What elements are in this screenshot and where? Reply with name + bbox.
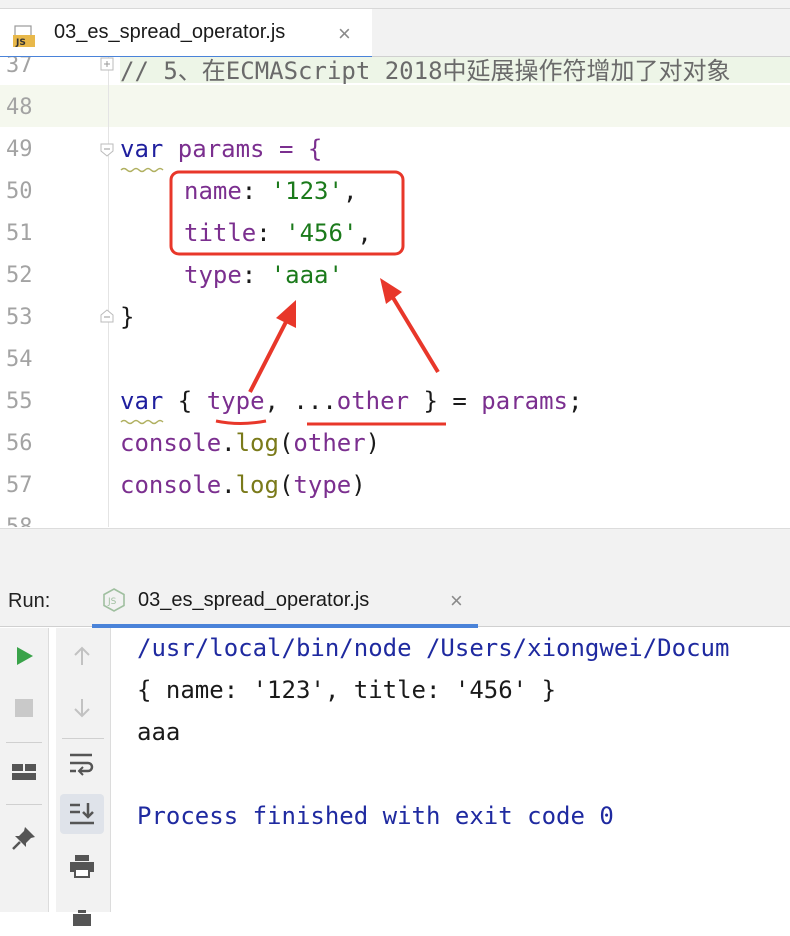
line-number: 51 xyxy=(6,221,33,246)
code-text: ; xyxy=(567,387,583,415)
console-exit-message: Process finished with exit code 0 xyxy=(137,802,614,830)
code-text: ( xyxy=(278,471,294,499)
console-command-line: /usr/local/bin/node /Users/xiongwei/Docu… xyxy=(137,634,730,662)
identifier: other xyxy=(293,429,366,457)
pin-icon[interactable] xyxy=(4,818,44,858)
code-text: ( xyxy=(278,429,294,457)
code-line-57: console.log(type) xyxy=(120,471,366,499)
code-text: . xyxy=(221,429,236,457)
identifier: type xyxy=(206,387,265,415)
code-line-comment: // 5、在ECMAScript 2018中延展操作符增加了对对象 xyxy=(120,57,731,85)
nodejs-icon: JS xyxy=(103,588,125,612)
string-literal: '123' xyxy=(270,177,343,205)
run-tab[interactable]: JS 03_es_spread_operator.js × xyxy=(92,574,478,628)
keyword: var xyxy=(120,387,164,415)
code-line-49: var params = { xyxy=(120,135,322,163)
code-line-55: var { type, ...other } = params; xyxy=(120,387,582,415)
identifier: console xyxy=(120,471,222,499)
fold-marker-icon[interactable] xyxy=(100,57,114,71)
keyword: var xyxy=(120,135,164,163)
line-number: 49 xyxy=(6,137,33,162)
toolbar-separator xyxy=(6,742,42,743)
run-tool-window-header: Run: JS 03_es_spread_operator.js × xyxy=(0,574,790,628)
code-text: } = xyxy=(409,387,482,415)
editor-tab-title: 03_es_spread_operator.js xyxy=(54,21,286,43)
line-number: 48 xyxy=(6,95,33,120)
identifier: console xyxy=(120,429,222,457)
code-text: , ... xyxy=(264,387,337,415)
code-line-56: console.log(other) xyxy=(120,429,380,457)
comma: , xyxy=(357,219,372,247)
line-number: 56 xyxy=(6,431,33,456)
svg-text:JS: JS xyxy=(15,38,26,48)
code-line-52: type: 'aaa' xyxy=(184,261,343,289)
identifier: other xyxy=(336,387,410,415)
editor-tab-bar: JS 03_es_spread_operator.js × xyxy=(0,0,790,60)
soft-wrap-icon[interactable] xyxy=(62,744,102,784)
code-line-50: name: '123', xyxy=(184,177,357,205)
string-literal: 'aaa' xyxy=(270,261,343,289)
identifier: type xyxy=(293,471,352,499)
line-number: 54 xyxy=(6,347,33,372)
function-name: log xyxy=(235,429,279,457)
code-line-51: title: '456', xyxy=(184,219,372,247)
gutter-divider xyxy=(108,57,109,527)
svg-text:JS: JS xyxy=(107,597,117,607)
run-tab-close-icon[interactable]: × xyxy=(450,588,463,614)
console-output-line: { name: '123', title: '456' } xyxy=(137,676,557,704)
line-number: 52 xyxy=(6,263,33,288)
code-text: { xyxy=(163,387,207,415)
string-literal: '456' xyxy=(285,219,358,247)
comma: , xyxy=(342,177,358,205)
line-number: 57 xyxy=(6,473,33,498)
colon: : xyxy=(256,219,286,247)
fold-marker-icon[interactable] xyxy=(100,309,114,323)
print-icon[interactable] xyxy=(62,846,102,886)
code-text: . xyxy=(221,471,236,499)
panel-splitter[interactable] xyxy=(0,528,790,575)
colon: : xyxy=(241,177,271,205)
line-number: 55 xyxy=(6,389,33,414)
editor-tab[interactable]: JS 03_es_spread_operator.js × xyxy=(0,9,372,60)
property-name: type xyxy=(184,261,242,289)
down-arrow-icon[interactable] xyxy=(62,688,102,728)
code-text: ) xyxy=(351,471,366,499)
current-line-highlight xyxy=(0,85,790,127)
stop-icon[interactable] xyxy=(4,688,44,728)
layout-icon[interactable] xyxy=(4,752,44,792)
line-number: 50 xyxy=(6,179,33,204)
code-text: params = { xyxy=(163,135,323,163)
toolbar-separator xyxy=(6,804,42,805)
line-number: 53 xyxy=(6,305,33,330)
js-file-icon: JS xyxy=(13,25,35,48)
function-name: log xyxy=(235,471,279,499)
run-tab-title: 03_es_spread_operator.js xyxy=(138,589,370,611)
property-name: name xyxy=(184,177,242,205)
run-label: Run: xyxy=(8,590,51,612)
run-console-toolbar xyxy=(56,628,111,926)
run-icon[interactable] xyxy=(4,636,44,676)
code-editor[interactable]: 37 48 49 50 51 52 53 54 55 56 57 58 // 5… xyxy=(0,57,790,527)
up-arrow-icon[interactable] xyxy=(62,636,102,676)
toolbar-separator xyxy=(62,738,104,739)
property-name: title xyxy=(184,219,257,247)
line-number: 58 xyxy=(6,515,46,527)
console-output-line: aaa xyxy=(137,718,181,746)
line-number: 37 xyxy=(6,57,33,78)
trash-icon[interactable] xyxy=(62,896,102,936)
colon: : xyxy=(241,261,271,289)
editor-tab-close-icon[interactable]: × xyxy=(338,21,351,47)
scroll-to-end-icon[interactable] xyxy=(60,794,104,834)
fold-marker-icon[interactable] xyxy=(100,143,114,157)
run-console-output[interactable]: /usr/local/bin/node /Users/xiongwei/Docu… xyxy=(111,628,790,912)
code-line-53: } xyxy=(120,303,135,331)
run-left-toolbar xyxy=(0,628,49,912)
code-text: ) xyxy=(365,429,381,457)
identifier: params xyxy=(481,387,568,415)
